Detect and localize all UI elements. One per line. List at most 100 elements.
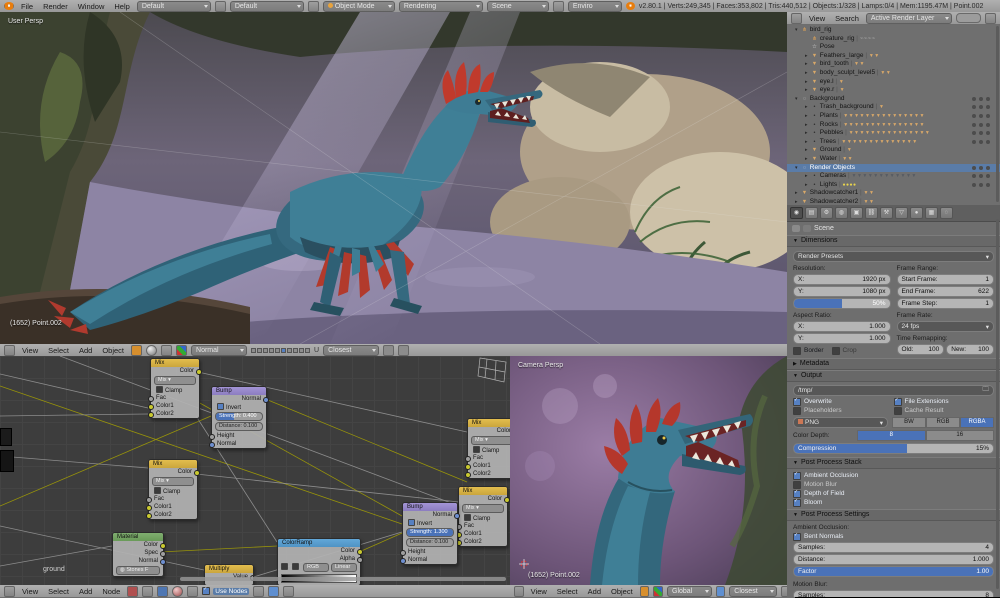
outliner-item-pose[interactable]: ☆ Pose: [787, 43, 1000, 52]
selectability-icon[interactable]: [979, 174, 983, 179]
snap-target-dropdown[interactable]: Closest: [729, 585, 778, 597]
tab-render[interactable]: ◉: [790, 207, 803, 219]
outliner-item-eye-r[interactable]: ▸ ▼ eye.r | ▼: [787, 86, 1000, 95]
frame-rate-dropdown[interactable]: 24 fps ▾: [896, 321, 994, 332]
manipulator-icon[interactable]: [176, 344, 188, 356]
menu-file[interactable]: File: [18, 2, 36, 11]
outliner-item-feathers-large[interactable]: ▸ ▼ Feathers_large | ▼▼: [787, 52, 1000, 61]
engine-dropdown[interactable]: Enviro: [567, 0, 622, 12]
viewport-3d[interactable]: User Persp (1652) Point.002: [0, 12, 787, 344]
scene-layout-dropdown[interactable]: Default: [229, 0, 304, 12]
crop-checkbox[interactable]: [831, 346, 840, 355]
outliner-search-input[interactable]: [955, 13, 981, 23]
filter-icon[interactable]: [985, 12, 996, 24]
outliner-item-pebbles[interactable]: ▸ • Pebbles | ▼▼▼▼▼▼▼▼▼▼▼▼▼▼▼: [787, 129, 1000, 138]
visibility-icon[interactable]: [972, 165, 976, 170]
manipulator-icon[interactable]: [653, 585, 663, 597]
shader-nodes-icon[interactable]: [127, 585, 139, 597]
outliner-item-creature-rig[interactable]: ⋔ creature_rig | ⌁⌁⌁⌁: [787, 35, 1000, 44]
material-icon[interactable]: [172, 585, 184, 597]
outliner-item-eye-l[interactable]: ▸ ▼ eye.l | ▼: [787, 78, 1000, 87]
renderability-icon[interactable]: [986, 131, 990, 136]
color-mode-rgba[interactable]: RGBA: [960, 417, 994, 428]
ao-factor-slider[interactable]: Factor 1.00: [793, 566, 994, 577]
visibility-icon[interactable]: [972, 182, 976, 187]
ao-distance-field[interactable]: Distance: 1.000: [793, 554, 994, 565]
outliner-scrollbar[interactable]: [996, 26, 999, 202]
folder-icon[interactable]: 🗀: [983, 385, 990, 396]
object-menu[interactable]: Object: [608, 587, 636, 596]
screen-layout-dropdown[interactable]: Default: [136, 0, 211, 12]
render-opengl-icon[interactable]: [383, 344, 395, 356]
outliner-item-shadowcatcher2[interactable]: ▸ ▼ Shadowcatcher2 | ▼▼: [787, 198, 1000, 205]
add-menu[interactable]: Add: [76, 587, 95, 596]
checkbox[interactable]: [793, 471, 801, 480]
node-mix-2[interactable]: Mix Color Mix ▾ Clamp Fac Color1 Color2: [146, 459, 200, 520]
file-format-dropdown[interactable]: PNG ▾: [793, 417, 888, 428]
composite-nodes-icon[interactable]: [142, 585, 154, 597]
border-checkbox[interactable]: [793, 346, 801, 355]
outliner-item-bird-rig[interactable]: ▾ ⋔ bird_rig: [787, 26, 1000, 35]
outliner-search-menu[interactable]: Search: [832, 14, 862, 23]
compression-slider[interactable]: Compression 15%: [793, 443, 994, 454]
properties-scrollbar[interactable]: [996, 219, 999, 589]
menu-render[interactable]: Render: [40, 2, 71, 11]
renderability-icon[interactable]: [986, 174, 990, 179]
renderability-icon[interactable]: [986, 165, 990, 170]
checkbox[interactable]: [793, 480, 801, 489]
snap-magnet-icon[interactable]: [715, 585, 726, 597]
selectability-icon[interactable]: [979, 139, 983, 144]
outliner-item-water[interactable]: ▸ ▼ Water | ▼▼: [787, 155, 1000, 164]
visibility-icon[interactable]: [972, 131, 976, 136]
view-menu[interactable]: View: [528, 587, 550, 596]
tab-scene[interactable]: ⚙: [820, 207, 833, 219]
renderability-icon[interactable]: [986, 105, 990, 110]
resolution-y-field[interactable]: Y: 1080 px: [793, 286, 891, 297]
selectability-icon[interactable]: [979, 122, 983, 127]
selectability-icon[interactable]: [979, 165, 983, 170]
aspect-y-field[interactable]: Y: 1.000: [793, 333, 891, 344]
selectability-icon[interactable]: [979, 96, 983, 101]
layers-widget[interactable]: [251, 347, 311, 353]
panel-output[interactable]: ▼ Output: [787, 370, 1000, 382]
select-menu[interactable]: Select: [554, 587, 581, 596]
visibility-icon[interactable]: [972, 96, 976, 101]
stack-bloom[interactable]: Bloom: [793, 498, 994, 507]
outliner-item-plants[interactable]: ▸ • Plants | ▼▼▼▼▼▼▼▼▼▼▼▼▼▼▼: [787, 112, 1000, 121]
checkbox[interactable]: [793, 498, 801, 507]
outliner-item-lights[interactable]: ▸ • Lights | ●●●●: [787, 181, 1000, 190]
snap-magnet-icon[interactable]: U: [314, 346, 319, 355]
viewport-shading-icon[interactable]: [146, 344, 158, 356]
checkbox[interactable]: [793, 489, 801, 498]
renderability-icon[interactable]: [986, 122, 990, 127]
ao-samples-field[interactable]: Samples: 4: [793, 542, 994, 553]
mode-icon[interactable]: [639, 585, 650, 597]
add-menu[interactable]: Add: [76, 346, 95, 355]
outliner-item-body-sculpt-level5[interactable]: ▸ ▼ body_sculpt_level5 | ▼▼: [787, 69, 1000, 78]
crop-checkbox-row[interactable]: Crop: [831, 346, 857, 355]
mode-dropdown[interactable]: Object Mode: [322, 0, 395, 12]
outliner-item-cameras[interactable]: ▸ • Cameras | ▼▼▼▼▼▼▼▼▼▼▼▼: [787, 172, 1000, 181]
select-menu[interactable]: Select: [45, 587, 72, 596]
pin-icon[interactable]: [268, 585, 280, 597]
tab-texture[interactable]: ▦: [925, 207, 938, 219]
texture-nodes-icon[interactable]: [157, 585, 169, 597]
renderability-icon[interactable]: [986, 113, 990, 118]
object-menu[interactable]: Object: [99, 346, 127, 355]
menu-help[interactable]: Help: [111, 2, 132, 11]
view-menu[interactable]: View: [19, 346, 41, 355]
outliner-item-trash-background[interactable]: ▸ • Trash_background | ▼: [787, 103, 1000, 112]
render-presets-dropdown[interactable]: Render Presets ▾: [793, 251, 994, 262]
node-editor-scrollbar[interactable]: [180, 577, 506, 581]
visibility-icon[interactable]: [972, 139, 976, 144]
shading-dropdown[interactable]: Rendering: [398, 0, 483, 12]
scene-dropdown[interactable]: Scene: [486, 0, 549, 12]
stack-ambient-occlusion[interactable]: Ambient Occlusion: [793, 471, 994, 480]
menu-window[interactable]: Window: [75, 2, 108, 11]
copy-icon[interactable]: [283, 585, 295, 597]
pivot-point-icon[interactable]: [161, 344, 173, 356]
depth-16[interactable]: 16: [925, 430, 994, 441]
frame-step-field[interactable]: Frame Step: 1: [896, 298, 994, 309]
editor-type-icon[interactable]: [4, 585, 15, 597]
outliner-filter-dropdown[interactable]: Active Render Layer: [865, 12, 952, 24]
